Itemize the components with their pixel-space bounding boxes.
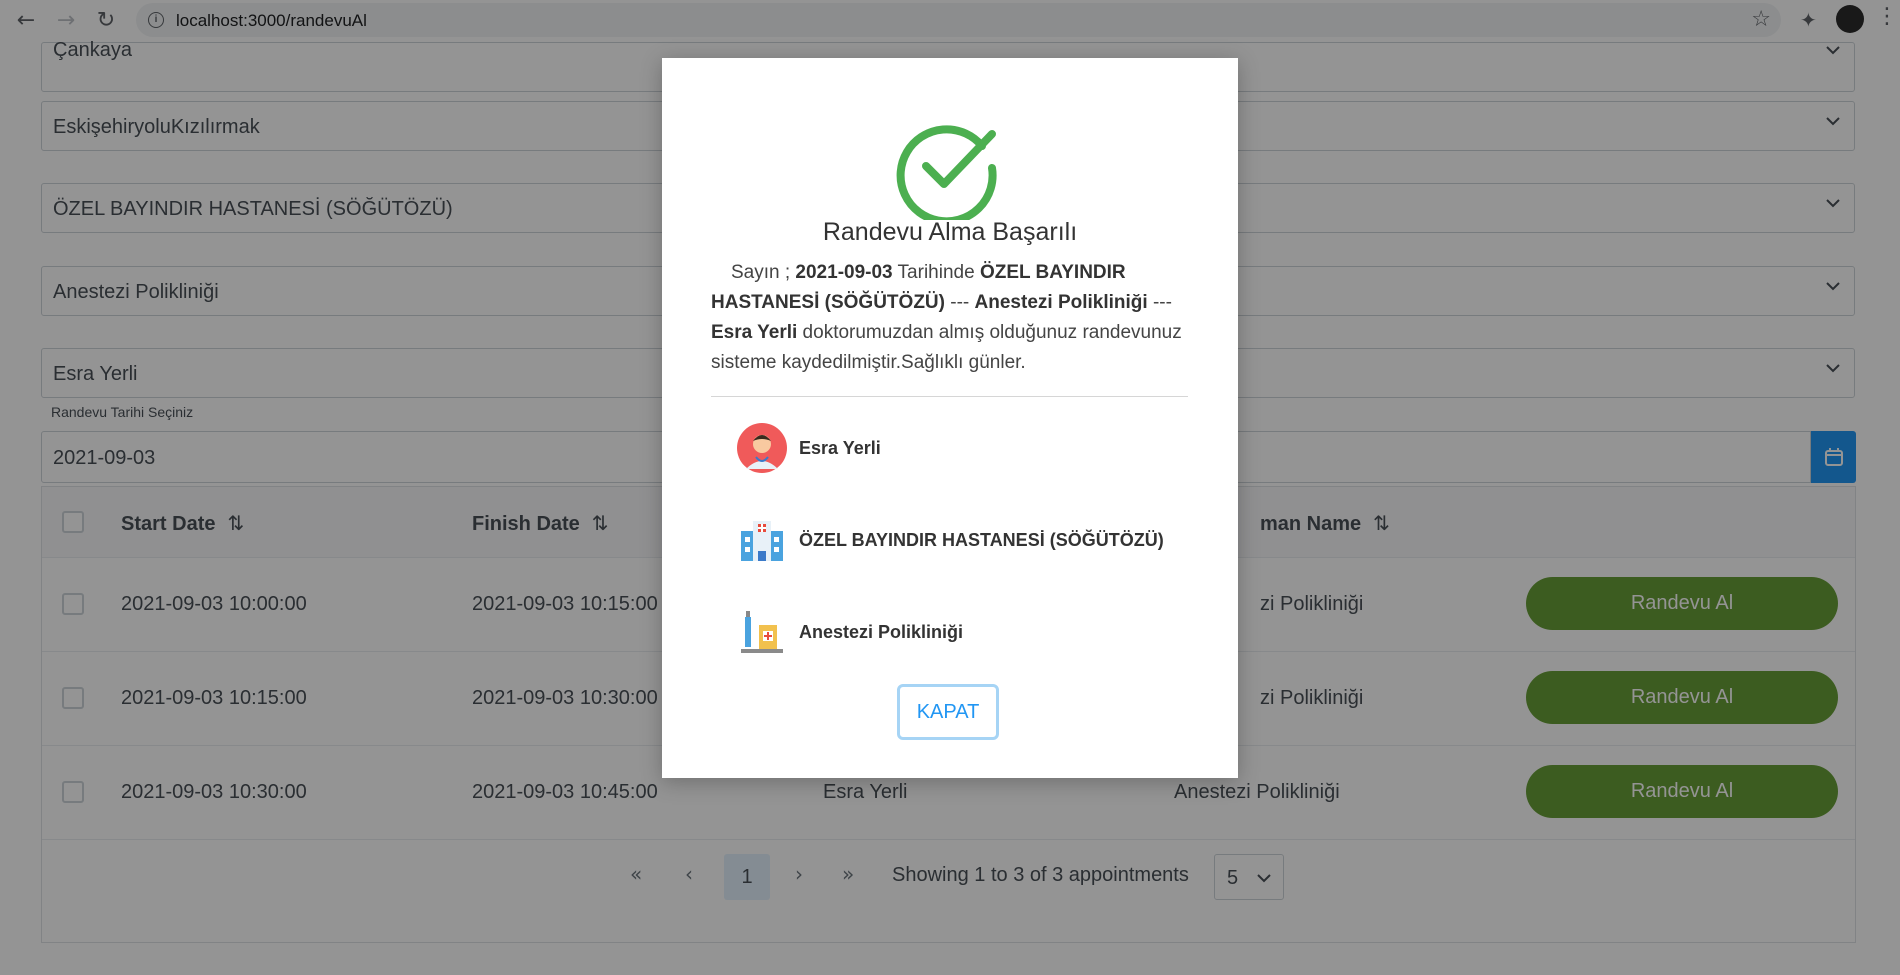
close-button[interactable]: KAPAT — [897, 684, 999, 740]
msg-prefix: Sayın ; — [731, 262, 796, 283]
doctor-info: Esra Yerli — [737, 423, 1197, 477]
msg-separator: --- — [1147, 292, 1172, 313]
clinic-icon — [741, 611, 783, 653]
clinic-info: Anestezi Polikliniği — [737, 607, 1197, 661]
modal-backdrop[interactable]: Randevu Alma Başarılı Sayın ; 2021-09-03… — [0, 0, 1900, 975]
doctor-icon — [737, 423, 787, 473]
clinic-name: Anestezi Polikliniği — [799, 622, 964, 642]
msg-text: Tarihinde — [892, 262, 980, 283]
doctor-name: Esra Yerli — [799, 438, 881, 458]
dialog-title: Randevu Alma Başarılı — [822, 218, 1078, 246]
hospital-info: ÖZEL BAYINDIR HASTANESİ (SÖĞÜTÖZÜ) — [737, 515, 1197, 569]
msg-separator: --- — [944, 292, 975, 313]
msg-doctor: Esra Yerli — [711, 322, 798, 343]
dialog-message: Sayın ; 2021-09-03 Tarihinde ÖZEL BAYIND… — [711, 258, 1193, 378]
success-check-icon — [896, 116, 1000, 226]
divider — [711, 396, 1188, 397]
hospital-icon — [741, 521, 783, 561]
msg-date: 2021-09-03 — [795, 262, 893, 283]
hospital-name: ÖZEL BAYINDIR HASTANESİ (SÖĞÜTÖZÜ) — [799, 530, 1164, 550]
success-dialog: Randevu Alma Başarılı Sayın ; 2021-09-03… — [662, 58, 1238, 778]
msg-clinic: Anestezi Polikliniği — [974, 292, 1148, 313]
